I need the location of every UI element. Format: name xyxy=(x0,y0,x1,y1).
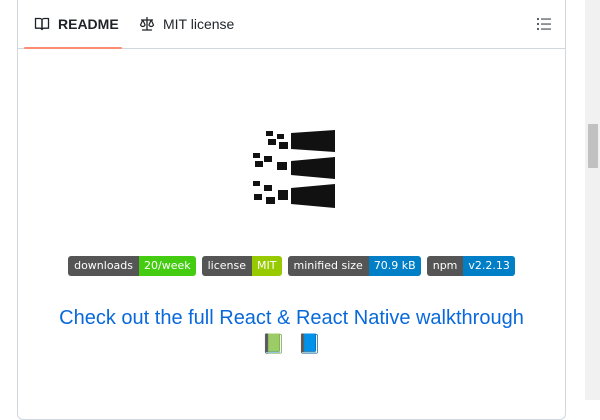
badge-value: 20/week xyxy=(139,256,196,276)
tab-license[interactable]: MIT license xyxy=(135,0,255,48)
stacked-bars-logo xyxy=(251,128,335,212)
badge-row: downloads 20/week license MIT minified s… xyxy=(18,256,565,276)
blue-book-icon: 📘 xyxy=(297,333,322,355)
badge-label: minified size xyxy=(287,256,369,276)
scrollbar-thumb[interactable] xyxy=(588,124,598,168)
npm-version-badge[interactable]: npm v2.2.13 xyxy=(426,256,515,276)
tab-readme-label: README xyxy=(58,16,119,32)
badge-label: downloads xyxy=(68,256,140,276)
badge-label: npm xyxy=(426,256,464,276)
downloads-badge[interactable]: downloads 20/week xyxy=(68,256,196,276)
tab-license-label: MIT license xyxy=(163,16,235,32)
green-book-icon: 📗 xyxy=(261,333,286,355)
book-icon xyxy=(34,16,50,32)
license-badge[interactable]: license MIT xyxy=(201,256,282,276)
list-unordered-icon[interactable] xyxy=(535,15,553,33)
tab-readme[interactable]: README xyxy=(24,0,122,49)
tab-bar: README MIT license xyxy=(18,0,565,49)
badge-value: 70.9 kB xyxy=(368,256,421,276)
badge-value: v2.2.13 xyxy=(463,256,515,276)
walkthrough-link[interactable]: Check out the full React & React Native … xyxy=(18,307,565,330)
badge-value: MIT xyxy=(252,256,282,276)
book-emoji-row: 📗 📘 xyxy=(18,332,565,355)
readme-card: README MIT license downloads 20/week lic… xyxy=(17,0,566,420)
page-scrollbar[interactable] xyxy=(585,0,600,400)
minified-size-badge[interactable]: minified size 70.9 kB xyxy=(287,256,421,276)
badge-label: license xyxy=(201,256,253,276)
law-icon xyxy=(139,16,155,32)
